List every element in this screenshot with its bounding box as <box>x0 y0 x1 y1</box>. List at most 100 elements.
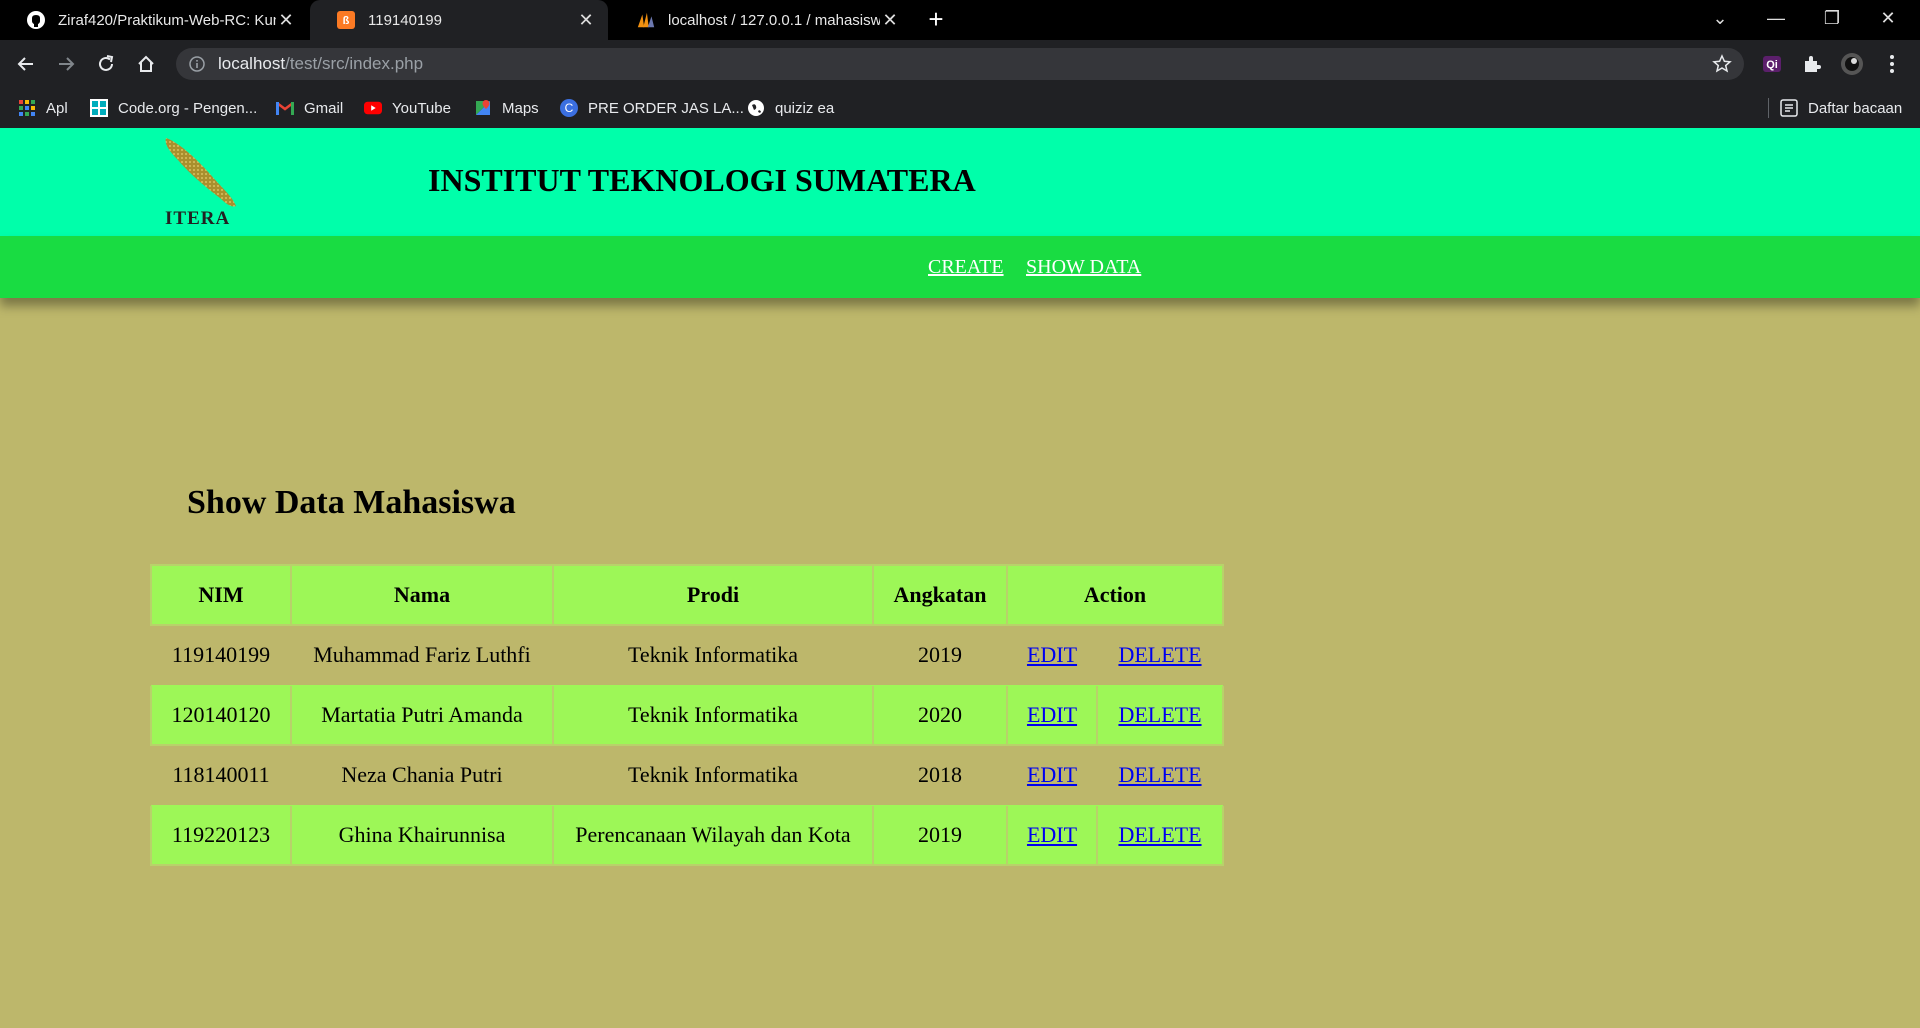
github-icon <box>26 10 46 30</box>
close-window-button[interactable]: ✕ <box>1860 0 1916 40</box>
forward-button[interactable] <box>50 48 82 80</box>
bookmark-code-org[interactable]: Code.org - Pengen... <box>90 88 257 128</box>
table-row: 118140011 Neza Chania Putri Teknik Infor… <box>151 745 1223 805</box>
minimize-button[interactable]: — <box>1748 0 1804 40</box>
close-tab-icon[interactable]: ✕ <box>576 10 596 31</box>
bookmark-apl[interactable]: Apl <box>18 88 68 128</box>
col-header-action: Action <box>1006 564 1224 626</box>
cell-delete: DELETE <box>1096 804 1224 866</box>
tab-title: 119140199 <box>368 11 442 29</box>
delete-link[interactable]: DELETE <box>1118 702 1201 727</box>
bookmark-label: Gmail <box>304 99 344 117</box>
c-circle-icon: C <box>560 99 578 117</box>
table-row: 119140199 Muhammad Fariz Luthfi Teknik I… <box>151 625 1223 685</box>
site-header: ITERA INSTITUT TEKNOLOGI SUMATERA <box>0 128 1920 236</box>
cell-delete: DELETE <box>1097 625 1223 685</box>
edit-link[interactable]: EDIT <box>1027 822 1077 847</box>
cell-edit: EDIT <box>1007 745 1097 805</box>
bookmark-quiziz[interactable]: quiziz ea <box>747 88 834 128</box>
cell-delete: DELETE <box>1097 745 1223 805</box>
bookmark-label: PRE ORDER JAS LA... <box>588 99 744 117</box>
cell-nama: Martatia Putri Amanda <box>290 684 554 746</box>
bookmark-label: YouTube <box>392 99 451 117</box>
col-header-angkatan: Angkatan <box>872 564 1008 626</box>
cell-prodi: Teknik Informatika <box>552 684 874 746</box>
youtube-icon <box>364 99 382 117</box>
cell-nama: Ghina Khairunnisa <box>290 804 554 866</box>
tab-github[interactable]: Ziraf420/Praktikum-Web-RC: Kum ✕ <box>0 0 308 40</box>
url-text[interactable]: localhost/test/src/index.php <box>218 54 423 74</box>
tab-title: Ziraf420/Praktikum-Web-RC: Kum <box>58 11 276 29</box>
tab-active[interactable]: ß 119140199 ✕ <box>310 0 608 40</box>
bookmark-maps[interactable]: Maps <box>474 88 539 128</box>
bookmark-gmail[interactable]: Gmail <box>276 88 343 128</box>
tab-phpmyadmin[interactable]: localhost / 127.0.0.1 / mahasiswa ✕ <box>610 0 912 40</box>
address-bar[interactable]: localhost/test/src/index.php <box>176 48 1744 80</box>
restore-button[interactable]: ❐ <box>1804 0 1860 40</box>
back-button[interactable] <box>10 48 42 80</box>
globe-icon <box>747 99 765 117</box>
bookmark-pre-order[interactable]: C PRE ORDER JAS LA... <box>560 88 744 128</box>
site-info-icon[interactable] <box>188 55 206 73</box>
nav-show-data-link[interactable]: SHOW DATA <box>1026 256 1141 279</box>
table-row: 119220123 Ghina Khairunnisa Perencanaan … <box>150 804 1224 866</box>
delete-link[interactable]: DELETE <box>1118 822 1201 847</box>
close-tab-icon[interactable]: ✕ <box>276 10 296 31</box>
cell-nama: Muhammad Fariz Luthfi <box>313 642 531 667</box>
bookmark-label: Maps <box>502 99 539 117</box>
bookmark-star-icon[interactable] <box>1712 54 1732 79</box>
xampp-icon: ß <box>336 10 356 30</box>
col-header-nama: Nama <box>290 564 554 626</box>
cell-edit: EDIT <box>1006 804 1098 866</box>
profile-avatar[interactable] <box>1836 48 1868 80</box>
cell-delete: DELETE <box>1096 684 1224 746</box>
bookmarks-separator <box>1768 98 1769 118</box>
cell-nim: 119140199 <box>171 642 271 667</box>
col-header-prodi: Prodi <box>552 564 874 626</box>
bookmark-youtube[interactable]: YouTube <box>364 88 451 128</box>
reading-list-icon <box>1780 99 1798 117</box>
tab-title: localhost / 127.0.0.1 / mahasiswa <box>668 11 880 29</box>
page-heading: Show Data Mahasiswa <box>187 484 516 521</box>
cell-prodi: Teknik Informatika <box>627 642 799 667</box>
reading-list-label: Daftar bacaan <box>1808 99 1903 117</box>
site-nav: CREATE SHOW DATA <box>0 236 1920 298</box>
table-row: 120140120 Martatia Putri Amanda Teknik I… <box>150 684 1224 746</box>
delete-link[interactable]: DELETE <box>1118 762 1201 787</box>
bookmark-label: Code.org - Pengen... <box>118 99 258 117</box>
delete-link[interactable]: DELETE <box>1118 642 1201 667</box>
edit-link[interactable]: EDIT <box>1027 762 1077 787</box>
tab-strip: Ziraf420/Praktikum-Web-RC: Kum ✕ ß 11914… <box>0 0 1920 40</box>
close-tab-icon[interactable]: ✕ <box>880 10 900 31</box>
gmail-icon <box>276 99 294 117</box>
table-header-row: NIM Nama Prodi Angkatan Action <box>150 564 1224 626</box>
browser-menu-icon[interactable] <box>1876 48 1908 80</box>
tab-search-chevron-icon[interactable]: ⌄ <box>1692 0 1748 40</box>
bookmarks-bar: Apl Code.org - Pengen... Gmail YouTube M… <box>0 88 1920 128</box>
browser-toolbar: localhost/test/src/index.php Qi <box>0 40 1920 88</box>
cell-nim: 119220123 <box>150 804 292 866</box>
extensions-puzzle-icon[interactable] <box>1796 48 1828 80</box>
extension-qi-icon[interactable]: Qi <box>1756 48 1788 80</box>
svg-text:Qi: Qi <box>1766 59 1778 71</box>
apps-grid-icon <box>18 99 36 117</box>
new-tab-button[interactable]: + <box>922 6 950 34</box>
code-org-icon <box>90 99 108 117</box>
reload-button[interactable] <box>90 48 122 80</box>
phpmyadmin-icon <box>636 10 656 30</box>
bookmark-label: Apl <box>46 99 68 117</box>
maps-icon <box>474 99 492 117</box>
cell-nama: Neza Chania Putri <box>341 762 503 787</box>
reading-list-button[interactable]: Daftar bacaan <box>1780 88 1902 128</box>
site-title: INSTITUT TEKNOLOGI SUMATERA <box>428 162 976 198</box>
cell-prodi: Teknik Informatika <box>627 762 799 787</box>
home-button[interactable] <box>130 48 162 80</box>
cell-prodi: Perencanaan Wilayah dan Kota <box>552 804 874 866</box>
cell-edit: EDIT <box>1007 625 1097 685</box>
cell-edit: EDIT <box>1006 684 1098 746</box>
edit-link[interactable]: EDIT <box>1027 702 1077 727</box>
edit-link[interactable]: EDIT <box>1027 642 1077 667</box>
cell-nim: 120140120 <box>150 684 292 746</box>
svg-text:ß: ß <box>343 15 350 27</box>
nav-create-link[interactable]: CREATE <box>928 256 1004 279</box>
